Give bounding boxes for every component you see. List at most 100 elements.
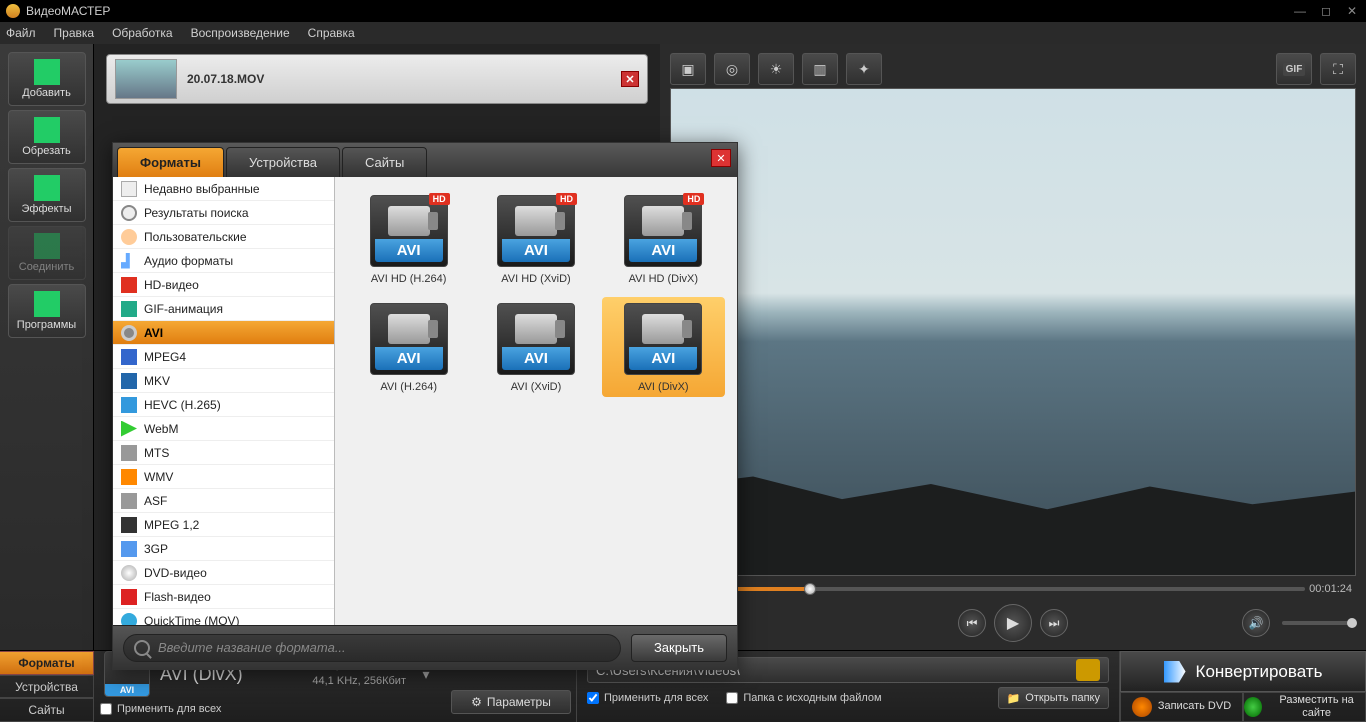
tool-crop[interactable]: Обрезать xyxy=(8,110,86,164)
menu-1[interactable]: Правка xyxy=(54,26,95,40)
close-window-button[interactable]: ✕ xyxy=(1344,4,1360,18)
video-preview[interactable] xyxy=(670,88,1356,576)
category-icon xyxy=(121,469,137,485)
tool-join: Соединить xyxy=(8,226,86,280)
format-item-1[interactable]: HDAVIAVI HD (XviD) xyxy=(474,189,597,289)
volume-icon[interactable]: 🔊 xyxy=(1242,609,1270,637)
category-icon xyxy=(121,253,137,269)
playback-controls: ⏮ ▶ ⏭ 🔊 xyxy=(670,602,1356,644)
category-item-11[interactable]: MTS xyxy=(113,441,334,465)
category-item-12[interactable]: WMV xyxy=(113,465,334,489)
maximize-button[interactable]: ◻ xyxy=(1318,4,1334,18)
enhance-tool-icon[interactable]: ✦ xyxy=(846,53,882,85)
convert-button[interactable]: Конвертировать xyxy=(1120,651,1366,692)
gif-export-button[interactable]: GIF xyxy=(1276,53,1312,85)
category-icon xyxy=(121,565,137,581)
brightness-tool-icon[interactable]: ☀ xyxy=(758,53,794,85)
popup-tab-1[interactable]: Устройства xyxy=(226,147,340,177)
bottom-tab-0[interactable]: Форматы xyxy=(0,651,94,675)
category-item-16[interactable]: DVD-видео xyxy=(113,561,334,585)
category-item-2[interactable]: Пользовательские xyxy=(113,225,334,249)
category-icon xyxy=(121,493,137,509)
seek-slider[interactable] xyxy=(670,587,1305,591)
format-item-4[interactable]: AVIAVI (XviD) xyxy=(474,297,597,397)
rotate-tool-icon[interactable]: ◎ xyxy=(714,53,750,85)
time-total: 00:01:24 xyxy=(1309,583,1352,595)
category-item-14[interactable]: MPEG 1,2 xyxy=(113,513,334,537)
next-button[interactable]: ⏭ xyxy=(1040,609,1068,637)
preview-toolbar: ▣ ◎ ☀ ▥ ✦ GIF ⛶ xyxy=(670,50,1356,88)
open-folder-button[interactable]: 📁 Открыть папку xyxy=(998,687,1109,709)
path-source-checkbox[interactable]: Папка с исходным файлом xyxy=(726,692,881,704)
format-item-2[interactable]: HDAVIAVI HD (DivX) xyxy=(602,189,725,289)
format-search-input[interactable]: Введите название формата... xyxy=(123,634,621,662)
convert-icon xyxy=(1164,661,1186,683)
file-remove-button[interactable]: ✕ xyxy=(621,71,639,87)
file-thumbnail xyxy=(115,59,177,99)
category-item-1[interactable]: Результаты поиска xyxy=(113,201,334,225)
popup-tab-0[interactable]: Форматы xyxy=(117,147,224,177)
params-button[interactable]: ⚙ Параметры xyxy=(451,690,571,714)
category-icon xyxy=(121,589,137,605)
camera-icon xyxy=(515,206,557,236)
bottom-tab-1[interactable]: Устройства xyxy=(0,675,94,699)
category-item-6[interactable]: AVI xyxy=(113,321,334,345)
effects-icon xyxy=(34,175,60,201)
popup-tab-2[interactable]: Сайты xyxy=(342,147,427,177)
format-popup: ФорматыУстройстваСайты ✕ Недавно выбранны… xyxy=(112,142,738,670)
camera-icon xyxy=(642,206,684,236)
category-item-5[interactable]: GIF-анимация xyxy=(113,297,334,321)
programs-icon xyxy=(34,291,60,317)
burn-dvd-button[interactable]: Записать DVD xyxy=(1120,692,1243,722)
category-item-3[interactable]: Аудио форматы xyxy=(113,249,334,273)
fullscreen-button[interactable]: ⛶ xyxy=(1320,53,1356,85)
left-toolstrip: ДобавитьОбрезатьЭффектыСоединитьПрограмм… xyxy=(0,44,94,650)
category-item-17[interactable]: Flash-видео xyxy=(113,585,334,609)
tool-add[interactable]: Добавить xyxy=(8,52,86,106)
format-item-0[interactable]: HDAVIAVI HD (H.264) xyxy=(347,189,470,289)
tool-programs[interactable]: Программы xyxy=(8,284,86,338)
speed-tool-icon[interactable]: ▥ xyxy=(802,53,838,85)
popup-tabs: ФорматыУстройстваСайты ✕ xyxy=(113,143,737,177)
seek-row: 00:01:24 xyxy=(670,580,1356,598)
popup-footer: Введите название формата... Закрыть xyxy=(113,625,737,669)
category-item-15[interactable]: 3GP xyxy=(113,537,334,561)
category-item-13[interactable]: ASF xyxy=(113,489,334,513)
play-button[interactable]: ▶ xyxy=(994,604,1032,642)
category-icon xyxy=(121,613,137,626)
crop-tool-icon[interactable]: ▣ xyxy=(670,53,706,85)
category-icon xyxy=(121,301,137,317)
category-item-4[interactable]: HD-видео xyxy=(113,273,334,297)
category-item-18[interactable]: QuickTime (MOV) xyxy=(113,609,334,625)
tool-effects[interactable]: Эффекты xyxy=(8,168,86,222)
bottom-tab-2[interactable]: Сайты xyxy=(0,698,94,722)
gear-icon: ⚙ xyxy=(471,695,482,709)
format-item-3[interactable]: AVIAVI (H.264) xyxy=(347,297,470,397)
file-name: 20.07.18.MOV xyxy=(187,72,264,86)
volume-slider[interactable] xyxy=(1282,621,1352,625)
browse-folder-button[interactable] xyxy=(1076,659,1100,681)
path-apply-all-checkbox[interactable]: Применить для всех xyxy=(587,692,708,704)
file-row[interactable]: 20.07.18.MOV ✕ xyxy=(106,54,648,104)
popup-close-large-button[interactable]: Закрыть xyxy=(631,634,727,662)
popup-close-button[interactable]: ✕ xyxy=(711,149,731,167)
format-item-5[interactable]: AVIAVI (DivX) xyxy=(602,297,725,397)
apply-all-checkbox[interactable]: Применить для всех xyxy=(100,703,254,715)
prev-button[interactable]: ⏮ xyxy=(958,609,986,637)
category-item-10[interactable]: WebM xyxy=(113,417,334,441)
category-item-0[interactable]: Недавно выбранные xyxy=(113,177,334,201)
category-item-7[interactable]: MPEG4 xyxy=(113,345,334,369)
category-icon xyxy=(121,541,137,557)
camera-icon xyxy=(388,314,430,344)
menu-4[interactable]: Справка xyxy=(308,26,355,40)
publish-button[interactable]: Разместить на сайте xyxy=(1243,692,1366,722)
format-grid: HDAVIAVI HD (H.264)HDAVIAVI HD (XviD)HDA… xyxy=(335,177,737,625)
add-icon xyxy=(34,59,60,85)
category-item-8[interactable]: MKV xyxy=(113,369,334,393)
menu-0[interactable]: Файл xyxy=(6,26,36,40)
menu-3[interactable]: Воспроизведение xyxy=(191,26,290,40)
title-bar: ВидеоМАСТЕР — ◻ ✕ xyxy=(0,0,1366,22)
category-item-9[interactable]: HEVC (H.265) xyxy=(113,393,334,417)
menu-2[interactable]: Обработка xyxy=(112,26,173,40)
minimize-button[interactable]: — xyxy=(1292,4,1308,18)
